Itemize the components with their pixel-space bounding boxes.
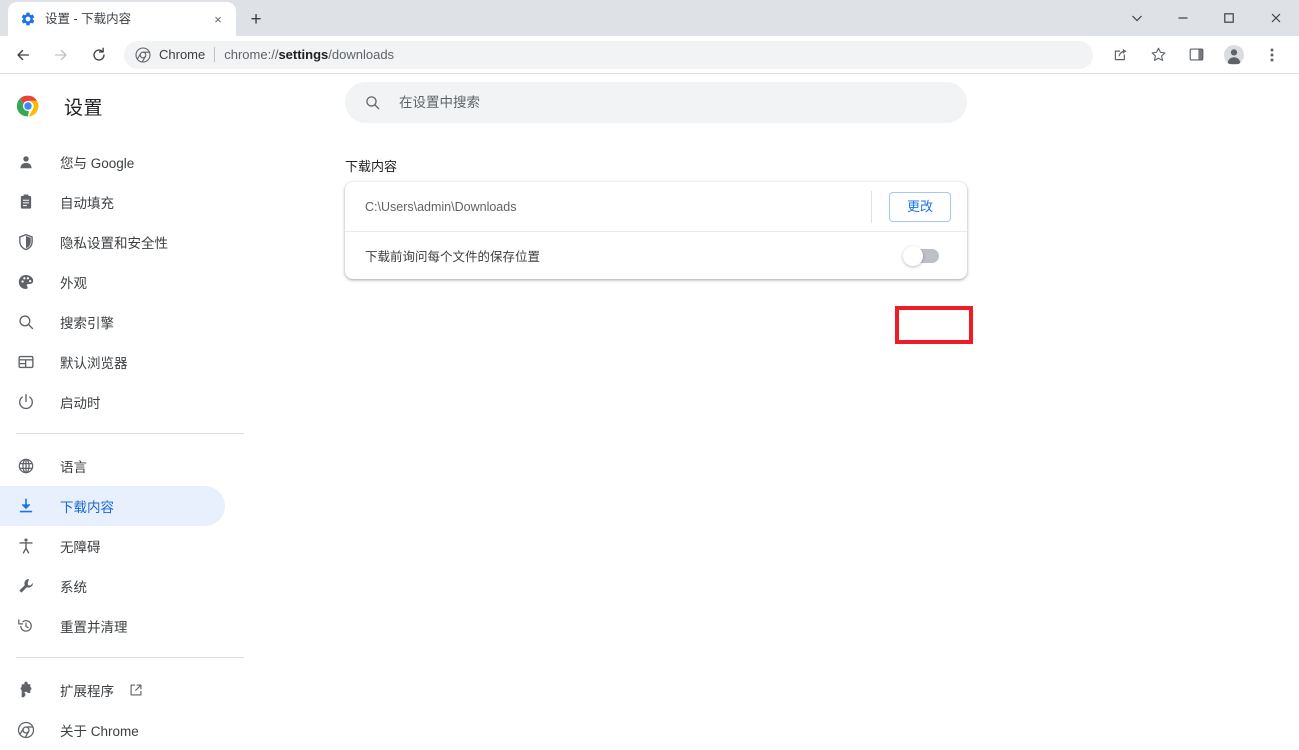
page-title: 设置 [64,97,104,119]
side-panel-icon[interactable] [1182,41,1210,69]
search-icon [16,312,36,332]
sidebar-item-label: 扩展程序 [60,684,114,699]
sidebar-item-languages[interactable]: 语言 [0,446,225,486]
accessibility-icon [16,536,36,556]
more-menu-icon[interactable] [1258,41,1286,69]
minimize-button[interactable] [1160,0,1206,36]
power-icon [16,392,36,412]
chrome-logo-icon [135,46,151,63]
sidebar-item-accessibility[interactable]: 无障碍 [0,526,225,566]
url-suffix: /downloads [328,47,395,62]
sidebar-item-label: 自动填充 [60,196,114,211]
avatar [1224,44,1244,65]
url-prefix: chrome:// [224,47,279,62]
sidebar-item-label: 重置并清理 [60,620,128,635]
forward-arrow-icon[interactable] [47,41,75,69]
clipboard-icon [16,192,36,212]
address-bar[interactable]: Chrome chrome://settings/downloads [124,40,1093,69]
sidebar-item-label: 下载内容 [60,500,114,515]
sidebar-group-footer: 扩展程序 关于 Chrome [0,670,260,750]
search-icon [363,94,381,112]
sidebar-item-label: 关于 Chrome [60,724,139,739]
sidebar-item-extensions[interactable]: 扩展程序 [0,670,225,710]
sidebar-item-default-browser[interactable]: 默认浏览器 [0,342,225,382]
change-location-button[interactable]: 更改 [888,191,951,222]
close-icon[interactable]: × [208,9,228,29]
profile-avatar[interactable] [1220,41,1248,69]
puzzle-icon [16,680,36,700]
download-location-row: C:\Users\admin\Downloads 更改 [345,182,967,231]
sidebar-item-label: 系统 [60,580,87,595]
globe-icon [16,456,36,476]
sidebar-item-label: 搜索引擎 [60,316,114,331]
settings-main: 下载内容 C:\Users\admin\Downloads 更改 下载前询问每个… [260,74,1299,694]
sidebar-item-reset-cleanup[interactable]: 重置并清理 [0,606,225,646]
browser-window: 设置 - 下载内容 × + Chrome chrome://settings/d… [0,0,1299,739]
sidebar-item-about-chrome[interactable]: 关于 Chrome [0,710,225,750]
history-restore-icon [16,616,36,636]
close-window-button[interactable] [1252,0,1299,36]
bookmark-star-icon[interactable] [1144,41,1172,69]
sidebar-item-label: 默认浏览器 [60,356,128,371]
settings-gear-icon [20,11,36,27]
url-highlight: settings [278,47,329,62]
sidebar-item-label: 外观 [60,276,87,291]
chrome-logo-icon [16,94,40,118]
sidebar-item-you-and-google[interactable]: 您与 Google [0,142,225,182]
sidebar-item-appearance[interactable]: 外观 [0,262,225,302]
sidebar-divider [16,433,244,434]
wrench-icon [16,576,36,596]
sidebar-item-label: 启动时 [60,396,101,411]
sidebar-item-privacy-security[interactable]: 隐私设置和安全性 [0,222,225,262]
sidebar-group-advanced: 语言 下载内容 无障碍 系统 重置并清理 [0,446,260,646]
section-heading: 下载内容 [345,159,398,174]
toggle-knob [903,245,923,266]
window-controls [1114,0,1299,36]
reload-icon[interactable] [85,41,113,69]
palette-icon [16,272,36,292]
omnibox-separator [214,47,216,62]
tab-search-button[interactable] [1114,0,1160,36]
tab-title: 设置 - 下载内容 [45,12,132,26]
ask-where-to-save-toggle[interactable] [903,245,939,266]
sidebar-item-search-engine[interactable]: 搜索引擎 [0,302,225,342]
person-icon [16,152,36,172]
sidebar-item-downloads[interactable]: 下载内容 [0,486,225,526]
downloads-settings-card: C:\Users\admin\Downloads 更改 下载前询问每个文件的保存… [345,182,967,279]
download-path-value: C:\Users\admin\Downloads [365,199,517,214]
sidebar-item-label: 您与 Google [60,156,135,171]
ask-where-to-save-row: 下载前询问每个文件的保存位置 [345,231,967,279]
download-icon [16,496,36,516]
new-tab-button[interactable]: + [242,5,270,33]
search-input[interactable] [399,82,967,123]
tab-strip: 设置 - 下载内容 × + [0,0,1299,36]
external-link-icon [128,682,144,698]
shield-icon [16,232,36,252]
settings-search-bar[interactable] [345,82,967,123]
sidebar-divider [16,657,244,658]
sidebar-item-autofill[interactable]: 自动填充 [0,182,225,222]
browser-tab[interactable]: 设置 - 下载内容 × [8,2,236,36]
browser-window-icon [16,352,36,372]
sidebar-group-main: 您与 Google 自动填充 隐私设置和安全性 外观 搜索引擎 默认浏览器 启动… [0,142,260,422]
omnibox-url: chrome://settings/downloads [224,47,394,62]
ask-where-to-save-label: 下载前询问每个文件的保存位置 [365,250,541,264]
sidebar-item-on-startup[interactable]: 启动时 [0,382,225,422]
settings-header: 设置 [0,82,260,130]
back-arrow-icon[interactable] [9,41,37,69]
sidebar-item-system[interactable]: 系统 [0,566,225,606]
maximize-button[interactable] [1206,0,1252,36]
sidebar-item-label: 隐私设置和安全性 [60,236,168,251]
page-content: 设置 您与 Google 自动填充 隐私设置和安全性 外观 搜索引擎 默认浏览器… [0,74,1299,739]
settings-sidebar: 设置 您与 Google 自动填充 隐私设置和安全性 外观 搜索引擎 默认浏览器… [0,74,260,739]
share-icon[interactable] [1106,41,1134,69]
row-divider [870,190,872,223]
sidebar-item-label: 语言 [60,460,87,475]
chrome-outline-icon [16,720,36,740]
sidebar-item-label: 无障碍 [60,540,101,555]
browser-toolbar: Chrome chrome://settings/downloads [0,36,1299,74]
omnibox-chip-label: Chrome [159,47,206,62]
